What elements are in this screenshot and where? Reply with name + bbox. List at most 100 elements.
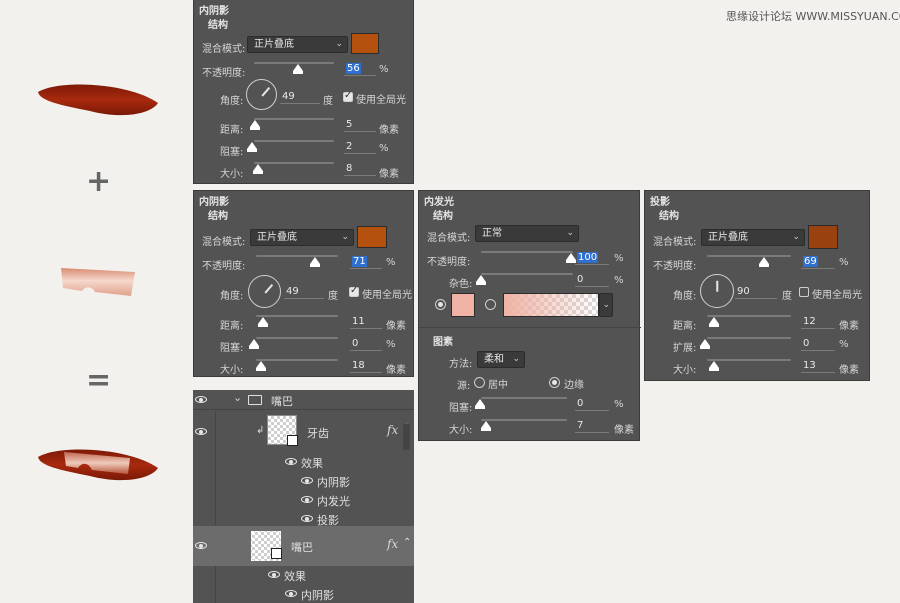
spread-slider[interactable] xyxy=(707,337,791,339)
choke-slider-thumb[interactable] xyxy=(247,142,257,152)
equals-operator: = xyxy=(86,363,112,398)
teeth-fx-inner-shadow[interactable]: 内阴影 xyxy=(193,472,414,491)
angle-unit: 度 xyxy=(328,291,338,302)
gradient-dropdown[interactable]: ⌄ xyxy=(599,293,613,317)
angle-input[interactable]: 49 xyxy=(280,90,320,104)
choke-input[interactable]: 2 xyxy=(344,140,376,154)
noise-slider[interactable] xyxy=(481,273,573,275)
global-light-checkbox[interactable] xyxy=(799,287,809,297)
blend-mode-select[interactable]: 正片叠底 ⌄ xyxy=(250,229,354,246)
distance-slider[interactable] xyxy=(707,315,791,317)
angle-input[interactable]: 49 xyxy=(284,285,324,299)
visibility-eye-icon[interactable] xyxy=(195,542,207,549)
choke-input[interactable]: 0 xyxy=(350,337,382,351)
size-input[interactable]: 8 xyxy=(344,162,376,176)
global-light-checkbox[interactable] xyxy=(343,90,353,102)
opacity-unit: % xyxy=(379,64,389,75)
opacity-slider-thumb[interactable] xyxy=(759,257,769,267)
choke-slider[interactable] xyxy=(256,337,338,339)
shadow-color-swatch[interactable] xyxy=(808,225,838,249)
size-slider-thumb[interactable] xyxy=(256,361,266,371)
layer-row-mouth[interactable]: 嘴巴 fx ⌃ xyxy=(193,526,414,566)
distance-input[interactable]: 12 xyxy=(801,315,835,329)
distance-input[interactable]: 5 xyxy=(344,118,376,132)
opacity-input[interactable]: 100 xyxy=(575,251,609,265)
blend-mode-select[interactable]: 正常 ⌄ xyxy=(475,225,579,242)
opacity-slider-thumb[interactable] xyxy=(293,64,303,74)
layer-row-teeth[interactable]: ↲ 牙齿 fx ⌃ xyxy=(193,411,414,453)
teeth-effects-row[interactable]: 效果 xyxy=(193,453,414,472)
visibility-eye-icon[interactable] xyxy=(301,515,313,522)
angle-input[interactable]: 90 xyxy=(735,285,777,299)
distance-input[interactable]: 11 xyxy=(350,315,382,329)
mouth-fx-inner-shadow[interactable]: 内阴影 xyxy=(193,585,414,603)
choke-slider-thumb[interactable] xyxy=(475,399,485,409)
chevron-down-icon: ⌄ xyxy=(566,228,574,238)
shadow-color-swatch[interactable] xyxy=(357,226,387,248)
distance-slider[interactable] xyxy=(254,118,334,120)
angle-dial[interactable] xyxy=(246,79,277,110)
blend-mode-select[interactable]: 正片叠底 ⌄ xyxy=(701,229,805,246)
size-unit: 像素 xyxy=(614,425,634,436)
solid-color-radio[interactable] xyxy=(435,299,446,310)
layers-scrollbar[interactable] xyxy=(403,424,410,450)
size-slider[interactable] xyxy=(254,162,334,164)
size-slider[interactable] xyxy=(256,359,338,361)
global-light-checkbox[interactable] xyxy=(349,285,359,297)
lip-shape-illustration xyxy=(38,84,158,116)
size-input[interactable]: 18 xyxy=(350,359,382,373)
source-edge-radio[interactable] xyxy=(549,377,560,388)
distance-slider-thumb[interactable] xyxy=(258,317,268,327)
size-slider-thumb[interactable] xyxy=(709,361,719,371)
opacity-slider[interactable] xyxy=(481,251,573,253)
opacity-slider[interactable] xyxy=(707,255,791,257)
size-slider[interactable] xyxy=(481,419,567,421)
size-unit: 像素 xyxy=(379,169,399,180)
opacity-input[interactable]: 71 xyxy=(350,255,382,269)
source-center-radio[interactable] xyxy=(474,377,485,388)
spread-input[interactable]: 0 xyxy=(801,337,835,351)
size-slider-thumb[interactable] xyxy=(481,421,491,431)
opacity-slider[interactable] xyxy=(256,255,338,257)
method-select[interactable]: 柔和 ⌄ xyxy=(477,351,525,368)
visibility-eye-icon[interactable] xyxy=(195,396,207,403)
visibility-eye-icon[interactable] xyxy=(301,477,313,484)
distance-slider-thumb[interactable] xyxy=(250,120,260,130)
angle-dial[interactable] xyxy=(248,275,281,308)
choke-slider[interactable] xyxy=(481,397,567,399)
chevron-down-icon[interactable]: ⌄ xyxy=(233,391,242,404)
angle-dial[interactable] xyxy=(700,274,734,308)
choke-input[interactable]: 0 xyxy=(575,397,609,411)
choke-slider-thumb[interactable] xyxy=(249,339,259,349)
visibility-eye-icon[interactable] xyxy=(301,496,313,503)
blend-mode-select[interactable]: 正片叠底 ⌄ xyxy=(247,36,348,53)
spread-slider-thumb[interactable] xyxy=(700,339,710,349)
visibility-eye-icon[interactable] xyxy=(195,428,207,435)
size-input[interactable]: 13 xyxy=(801,359,835,373)
visibility-eye-icon[interactable] xyxy=(285,458,297,465)
size-slider[interactable] xyxy=(707,359,791,361)
mouth-effects-row[interactable]: 效果 xyxy=(193,566,414,585)
fx-icon[interactable]: fx xyxy=(387,537,398,551)
glow-color-swatch[interactable] xyxy=(451,293,475,317)
chevron-up-icon[interactable]: ⌃ xyxy=(403,537,411,548)
noise-slider-thumb[interactable] xyxy=(476,275,486,285)
distance-slider-thumb[interactable] xyxy=(709,317,719,327)
size-input[interactable]: 7 xyxy=(575,419,609,433)
fx-icon[interactable]: fx xyxy=(387,423,398,437)
size-slider-thumb[interactable] xyxy=(253,164,263,174)
visibility-eye-icon[interactable] xyxy=(285,590,297,597)
opacity-input[interactable]: 56 xyxy=(344,62,376,76)
gradient-radio[interactable] xyxy=(485,299,496,310)
folder-icon xyxy=(248,395,262,405)
opacity-input[interactable]: 69 xyxy=(801,255,835,269)
visibility-eye-icon[interactable] xyxy=(268,571,280,578)
distance-slider[interactable] xyxy=(256,315,338,317)
choke-slider[interactable] xyxy=(254,140,334,142)
glow-gradient-swatch[interactable] xyxy=(503,293,599,317)
teeth-fx-inner-glow[interactable]: 内发光 xyxy=(193,491,414,510)
layer-group-row[interactable]: ⌄ 嘴巴 xyxy=(193,390,414,410)
noise-input[interactable]: 0 xyxy=(575,273,609,287)
opacity-slider-thumb[interactable] xyxy=(310,257,320,267)
shadow-color-swatch[interactable] xyxy=(351,33,379,54)
